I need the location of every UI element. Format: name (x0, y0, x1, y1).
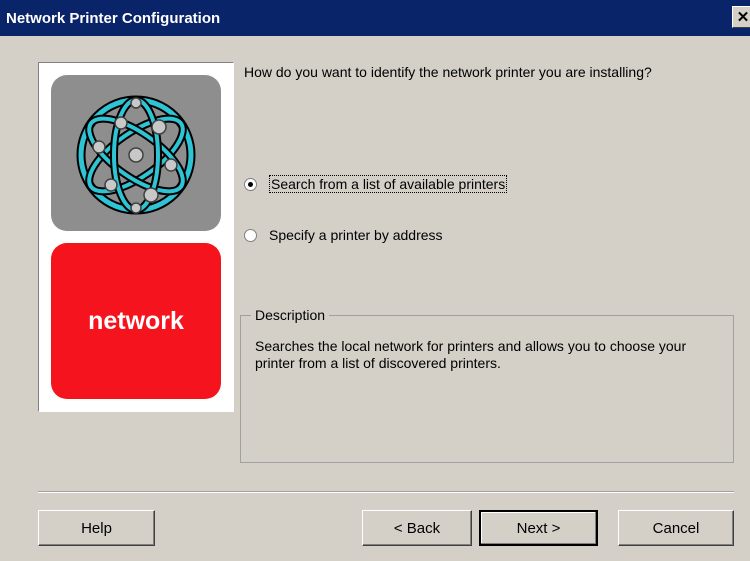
network-logo-text: network (88, 306, 184, 335)
back-button[interactable]: < Back (362, 510, 472, 546)
dialog-window: Network Printer Configuration ✕ network … (0, 0, 750, 561)
globe-tile (51, 75, 221, 231)
button-divider (38, 491, 734, 493)
radio-selected-dot (248, 181, 253, 187)
wizard-image: network (38, 62, 234, 412)
description-group: Description Searches the local network f… (240, 307, 734, 463)
close-button[interactable]: ✕ (732, 6, 750, 28)
network-tile: network (51, 243, 221, 399)
option-specify-label[interactable]: Specify a printer by address (269, 227, 443, 243)
next-button[interactable]: Next > (479, 510, 598, 546)
option-search-list[interactable]: Search from a list of available printers (244, 175, 508, 193)
cancel-button[interactable]: Cancel (618, 510, 734, 546)
network-globe-icon (76, 95, 196, 215)
option-search-label[interactable]: Search from a list of available printers (269, 175, 508, 193)
help-button[interactable]: Help (38, 510, 155, 546)
radio-search-list[interactable] (244, 177, 257, 191)
window-title: Network Printer Configuration (6, 9, 221, 27)
close-icon: ✕ (736, 8, 750, 26)
description-title: Description (251, 307, 330, 323)
option-specify-address[interactable]: Specify a printer by address (244, 227, 443, 243)
next-button-label: Next > (516, 519, 561, 537)
help-button-label: Help (81, 519, 112, 537)
radio-specify-address[interactable] (244, 228, 257, 242)
title-bar[interactable]: Network Printer Configuration ✕ (0, 0, 750, 36)
description-text: Searches the local network for printers … (255, 338, 687, 371)
cancel-button-label: Cancel (652, 519, 700, 537)
question-text: How do you want to identify the network … (244, 64, 652, 80)
back-button-label: < Back (393, 519, 441, 537)
